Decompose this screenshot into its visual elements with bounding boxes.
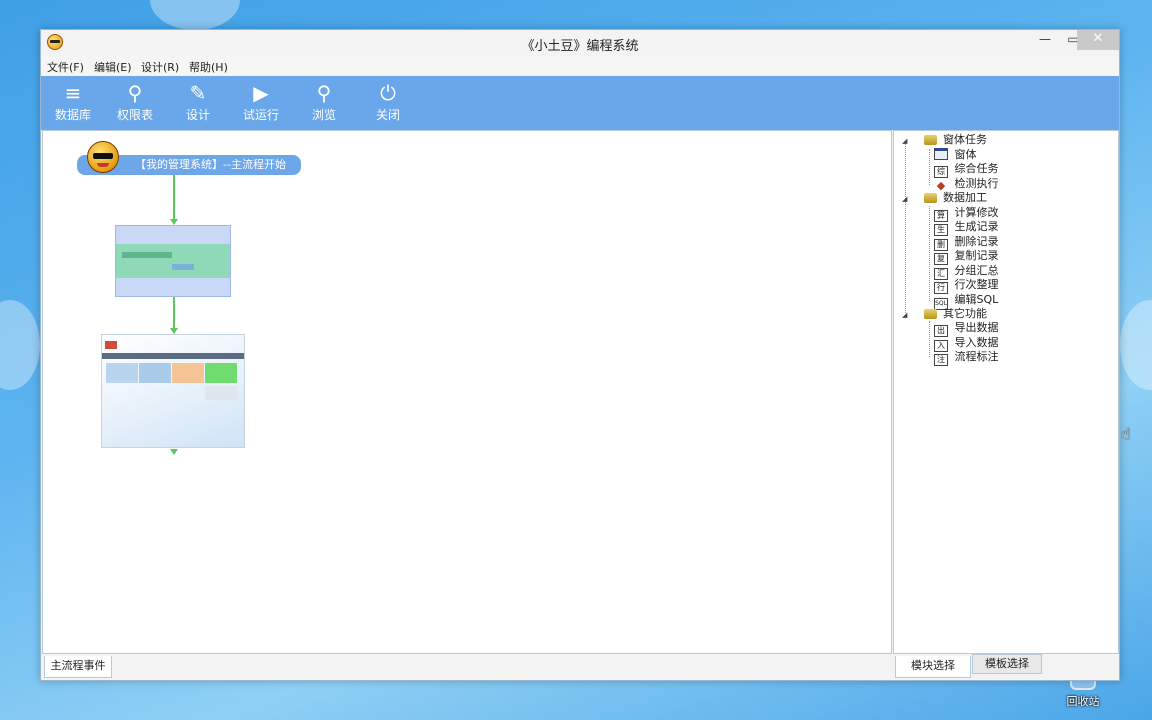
tree-item-generate-records[interactable]: 生 生成记录 [934, 220, 999, 236]
flow-arrow [170, 449, 178, 455]
close-button[interactable]: ✕ [1077, 30, 1119, 50]
tree-item-label: 删除记录 [954, 235, 999, 248]
menu-edit[interactable]: 编辑(E) [94, 59, 132, 75]
tree-guide [905, 141, 906, 313]
flow-connector [173, 297, 175, 329]
tree-item-group-summary[interactable]: 汇 分组汇总 [934, 264, 999, 280]
thumbnail-tile [139, 363, 171, 383]
form-node-thumbnail[interactable] [115, 225, 231, 297]
database-icon: ≡ [64, 81, 82, 105]
power-icon: ⏻ [380, 81, 396, 105]
tree-item-form[interactable]: 窗体 [934, 148, 977, 162]
thumbnail-tile [106, 363, 138, 383]
collapse-icon[interactable]: ◢ [902, 134, 910, 148]
tree-item-check-execute[interactable]: ◆ 检测执行 [934, 177, 999, 193]
thumbnail-tile [205, 363, 237, 383]
tree-group-data-processing[interactable]: ◢ 数据加工 [902, 191, 987, 205]
browse-button[interactable]: ⚲ 浏览 [300, 80, 348, 126]
tree-item-label: 综合任务 [954, 162, 999, 175]
flow-connector [173, 175, 175, 221]
pencil-icon: ✎ [189, 81, 207, 105]
title-bar[interactable]: 《小土豆》编程系统 — ▭ ✕ [41, 30, 1119, 56]
tree-item-label: 导出数据 [954, 321, 999, 334]
tree-item-label: 生成记录 [954, 220, 999, 233]
tab-module-select[interactable]: 模块选择 [895, 656, 971, 678]
tree-item-label: 复制记录 [954, 249, 999, 262]
tree-item-composite-task[interactable]: 综 综合任务 [934, 162, 999, 178]
thumbnail-tile [205, 386, 237, 400]
tree-item-label: 编辑SQL [954, 293, 999, 306]
database-button-label: 数据库 [54, 108, 91, 122]
tree-guide [929, 206, 930, 301]
folder-icon [923, 135, 937, 145]
thumbnail-bar [172, 264, 194, 270]
hand-cursor-icon: ☝ [1121, 424, 1131, 443]
test-run-button-label: 试运行 [242, 108, 279, 122]
tree-item-label: 流程标注 [954, 350, 999, 363]
app-window: 《小土豆》编程系统 — ▭ ✕ 文件(F) 编辑(E) 设计(R) 帮助(H) … [40, 29, 1120, 681]
tree-item-label: 检测执行 [954, 177, 999, 190]
potato-mascot-icon [87, 141, 119, 173]
close-app-button[interactable]: ⏻ 关闭 [364, 80, 412, 126]
tab-template-select[interactable]: 模板选择 [972, 654, 1042, 674]
wallpaper-shape [1120, 300, 1152, 390]
collapse-icon[interactable]: ◢ [902, 308, 910, 322]
tree-item-label: 行次整理 [954, 278, 999, 291]
menu-design[interactable]: 设计(R) [141, 59, 179, 75]
design-button[interactable]: ✎ 设计 [174, 80, 222, 126]
tree-item-delete-records[interactable]: 删 删除记录 [934, 235, 999, 251]
close-app-button-label: 关闭 [375, 108, 400, 122]
minimize-button[interactable]: — [1031, 30, 1059, 50]
menu-help[interactable]: 帮助(H) [189, 59, 228, 75]
thumbnail-banner [116, 244, 230, 278]
tree-item-calc-modify[interactable]: 算 计算修改 [934, 206, 999, 222]
permissions-button-label: 权限表 [116, 108, 153, 122]
permissions-button[interactable]: ⚲ 权限表 [111, 80, 159, 126]
thumbnail-header [102, 353, 244, 359]
wallpaper-shape [0, 300, 40, 390]
toolbar: ≡ 数据库 ⚲ 权限表 ✎ 设计 ▶ 试运行 ⚲ 浏览 ⏻ 关闭 [41, 76, 1119, 130]
database-button[interactable]: ≡ 数据库 [49, 80, 97, 126]
thumbnail-bar [122, 252, 172, 258]
design-button-label: 设计 [185, 108, 210, 122]
browse-button-label: 浏览 [311, 108, 336, 122]
tree-group-label: 数据加工 [943, 191, 987, 204]
folder-icon [923, 309, 937, 319]
tree-group-label: 其它功能 [943, 307, 987, 320]
thumbnail-tile [172, 363, 204, 383]
thumbnail-logo [105, 341, 117, 349]
tree-item-row-arrange[interactable]: 行 行次整理 [934, 278, 999, 294]
tree-item-label: 计算修改 [954, 206, 999, 219]
tree-guide [929, 321, 930, 357]
collapse-icon[interactable]: ◢ [902, 192, 910, 206]
form-node-thumbnail[interactable] [101, 334, 245, 448]
key-icon: ⚲ [127, 81, 143, 105]
wallpaper-shape [150, 0, 240, 30]
window-title: 《小土豆》编程系统 [521, 39, 639, 54]
tree-item-label: 分组汇总 [954, 264, 999, 277]
module-tree-pane: ◢ 窗体任务 窗体 综 综合任务 ◆ 检测执行 ◢ 数据加工 算 计算修改 生 … [893, 130, 1119, 654]
test-run-button[interactable]: ▶ 试运行 [237, 80, 285, 126]
tree-item-flow-annotation[interactable]: 注 流程标注 [934, 350, 999, 366]
tree-item-import-data[interactable]: 入 导入数据 [934, 336, 999, 352]
tab-main-events[interactable]: 主流程事件 [44, 656, 112, 678]
play-icon: ▶ [253, 81, 269, 105]
tree-item-label: 窗体 [954, 148, 977, 161]
tree-group-form-tasks[interactable]: ◢ 窗体任务 [902, 133, 987, 147]
menu-file[interactable]: 文件(F) [47, 59, 84, 75]
menu-bar: 文件(F) 编辑(E) 设计(R) 帮助(H) [41, 56, 1119, 76]
window-icon [934, 148, 948, 160]
tree-item-label: 导入数据 [954, 336, 999, 349]
tree-group-label: 窗体任务 [943, 133, 987, 146]
tree-item-export-data[interactable]: 出 导出数据 [934, 321, 999, 337]
flow-canvas[interactable]: 【我的管理系统】--主流程开始 [42, 130, 892, 654]
tree-group-other-functions[interactable]: ◢ 其它功能 [902, 307, 987, 321]
folder-icon [923, 193, 937, 203]
search-icon: ⚲ [316, 81, 332, 105]
tree-guide [929, 149, 930, 185]
recycle-bin-label: 回收站 [1066, 695, 1100, 708]
tree-item-copy-records[interactable]: 复 复制记录 [934, 249, 999, 265]
annotation-icon: 注 [934, 354, 948, 366]
tree-item-edit-sql[interactable]: SQL 编辑SQL [934, 293, 999, 310]
